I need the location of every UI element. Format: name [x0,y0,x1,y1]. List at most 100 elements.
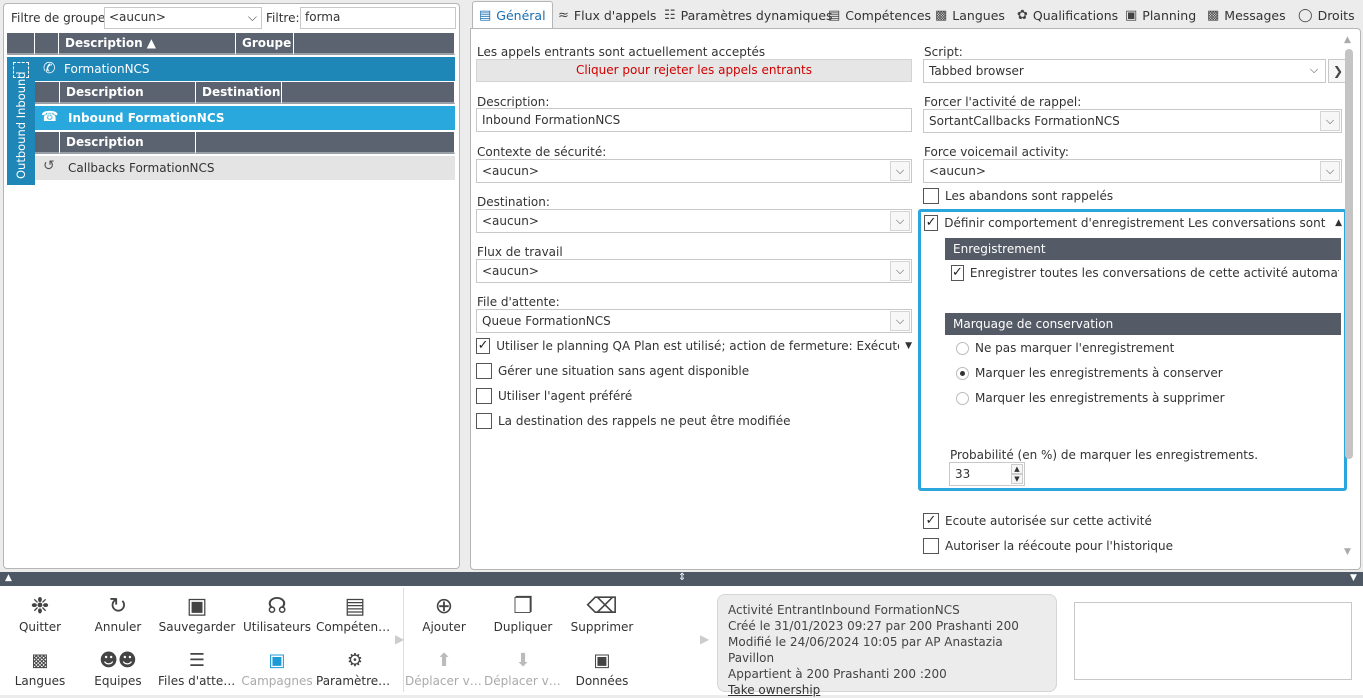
relisten-row[interactable]: Autoriser la réécoute pour l'historique [923,538,1173,554]
document-icon: ▤ [344,594,366,619]
sub2-column-description[interactable]: Description [60,132,196,154]
recording-checkbox[interactable]: ✓ [924,215,939,231]
chevron-down-icon[interactable]: ⌵ [1320,111,1340,131]
preferred-agent-checkbox[interactable] [476,388,492,404]
probability-label: Probabilité (en %) de marquer les enregi… [950,448,1259,462]
campaign-row[interactable]: ✆ FormationNCS [35,57,455,81]
radio-keep-row[interactable]: Marquer les enregistrements à conserver [956,366,1223,380]
chevron-down-icon[interactable]: ⌵ [1304,61,1324,81]
listen-row[interactable]: ✓ Ecoute autorisée sur cette activité [923,513,1152,529]
quit-button[interactable]: ❉ Quitter [1,594,79,634]
caret-down-icon[interactable]: ▼ [905,341,912,351]
scroll-down-arrow[interactable]: ▼ [1344,547,1351,557]
resize-icon[interactable]: ⇕ [678,572,686,583]
radio-keep[interactable] [956,366,969,380]
chevron-down-icon[interactable]: ⌵ [890,261,910,281]
tab-planning[interactable]: ▣ Planning [1119,1,1202,29]
sub-column-destination[interactable]: Destination [196,82,282,104]
notes-area[interactable] [1074,602,1352,680]
callbacks-row[interactable]: ↺ Callbacks FormationNCS [35,156,455,180]
security-context-select[interactable]: <aucun> ⌵ [476,159,912,183]
move-down-icon: ⬇ [515,650,531,671]
chevron-down-icon[interactable]: ⌵ [890,161,910,181]
shield-icon: ◯ [1298,7,1313,23]
queue-select[interactable]: Queue FormationNCS ⌵ [476,309,912,333]
no-agent-row[interactable]: Gérer une situation sans agent disponibl… [476,363,749,379]
data-button[interactable]: ▣ Données [563,648,641,688]
scroll-up-arrow[interactable]: ▲ [1344,35,1351,45]
delete-button[interactable]: ⌫ Supprimer [563,594,641,634]
relisten-checkbox[interactable] [923,538,939,554]
force-callback-label: Forcer l'activité de rappel: [924,95,1082,109]
tab-call-flow[interactable]: ≈ Flux d'appels [552,1,662,29]
collapse-left-icon[interactable]: ▲ [5,573,12,583]
duplicate-button[interactable]: ❐ Dupliquer [484,594,562,634]
add-button[interactable]: ⊕ Ajouter [405,594,483,634]
tab-qualifications[interactable]: ✿ Qualifications [1011,1,1124,29]
teams-button[interactable]: ☻☻ Equipes [79,648,157,688]
abandons-row[interactable]: Les abandons sont rappelés [923,188,1113,204]
parameters-button[interactable]: ⚙ Paramètres... [316,648,394,688]
accept-status-label: Les appels entrants sont actuellement ac… [477,45,766,59]
description-input[interactable]: Inbound FormationNCS [476,108,912,132]
spin-up-icon[interactable]: ▲ [1011,464,1023,474]
abandons-checkbox[interactable] [923,188,939,204]
reject-calls-button[interactable]: Cliquer pour rejeter les appels entrants [476,59,912,82]
radio-no-mark-row[interactable]: Ne pas marquer l'enregistrement [956,341,1174,355]
chevron-down-icon[interactable]: ⌵ [890,211,910,231]
caret-up-icon[interactable]: ▲ [1335,218,1342,228]
tab-general[interactable]: ▤ Général [472,1,553,29]
no-agent-checkbox[interactable] [476,363,492,379]
campaigns-button[interactable]: ▣ Campagnes [238,648,316,688]
force-callback-select[interactable]: SortantCallbacks FormationNCS ⌵ [923,109,1342,133]
preferred-agent-label: Utiliser l'agent préféré [498,389,633,403]
call-flow-icon: ≈ [558,7,569,23]
move-down-button[interactable]: ⬇ Déplacer ve... [484,648,562,688]
radio-delete[interactable] [956,391,969,405]
script-select[interactable]: Tabbed browser ⌵ [923,59,1326,83]
planning-row[interactable]: ✓ Utiliser le planning QA Plan est utili… [476,338,912,354]
inbound-row[interactable]: ☎ Inbound FormationNCS [35,106,455,130]
move-up-button[interactable]: ⬆ Déplacer ve... [405,648,483,688]
radio-delete-row[interactable]: Marquer les enregistrements à supprimer [956,391,1225,405]
queues-button[interactable]: ☰ Files d'atten... [158,648,236,688]
users-button[interactable]: ☊ Utilisateurs [238,594,316,634]
splitter-bar[interactable]: ▲ ⇕ ▼ [0,572,1363,586]
cancel-button[interactable]: ↻ Annuler [79,594,157,634]
tab-rights[interactable]: ◯ Droits [1292,1,1361,29]
probability-input[interactable]: 33 ▲ ▼ [949,462,1025,486]
callback-destination-checkbox[interactable] [476,413,492,429]
sub-column-description[interactable]: Description [60,82,196,104]
scrollbar-thumb[interactable] [1345,49,1353,459]
tab-dynamic-parameters[interactable]: ☷ Paramètres dynamiques [658,1,839,29]
listen-checkbox[interactable]: ✓ [923,513,939,529]
scrollbar-track[interactable]: ▲ ▼ [1343,33,1355,563]
radio-no-mark[interactable] [956,341,969,355]
voicemail-select[interactable]: <aucun> ⌵ [923,159,1342,183]
languages-button[interactable]: ▩ Langues [1,648,79,688]
inbound-call-icon: ☎ [41,109,59,125]
tab-skills[interactable]: ▤ Compétences [822,1,937,29]
collapse-right-icon[interactable]: ▼ [1350,573,1357,583]
take-ownership-link[interactable]: Take ownership [728,682,1046,698]
group-filter-select[interactable]: <aucun> ⌵ [104,7,262,29]
vertical-tab-label[interactable]: Outbound Inbound [11,71,31,179]
tab-messages[interactable]: ▩ Messages [1201,1,1292,29]
planning-checkbox[interactable]: ✓ [476,338,491,354]
record-all-checkbox[interactable]: ✓ [951,265,964,281]
workflow-select[interactable]: <aucun> ⌵ [476,259,912,283]
destination-select[interactable]: <aucun> ⌵ [476,209,912,233]
tab-languages[interactable]: ▩ Langues [929,1,1011,29]
column-header-group[interactable]: Groupe [236,33,294,55]
preferred-agent-row[interactable]: Utiliser l'agent préféré [476,388,632,404]
column-header-description[interactable]: Description ▲ [59,33,236,55]
record-all-row[interactable]: ✓ Enregistrer toutes les conversations d… [951,265,1339,281]
spin-down-icon[interactable]: ▼ [1011,474,1023,484]
skills-button[interactable]: ▤ Compétences [316,594,394,634]
filter-input[interactable]: forma [300,7,456,29]
recording-row[interactable]: ✓ Définir comportement d'enregistrement … [924,215,1342,231]
chevron-down-icon[interactable]: ⌵ [1320,161,1340,181]
chevron-down-icon[interactable]: ⌵ [890,311,910,331]
callback-destination-row[interactable]: La destination des rappels ne peut être … [476,413,790,429]
save-button[interactable]: ▣ Sauvegarder [158,594,236,634]
